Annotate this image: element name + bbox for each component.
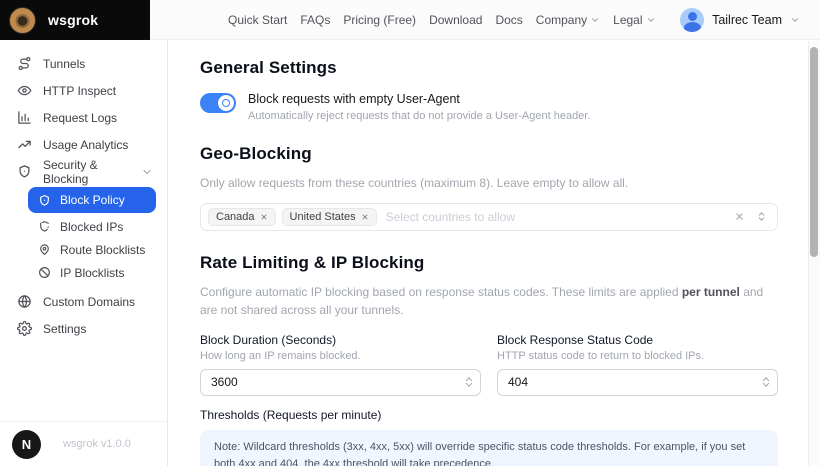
chevron-down-icon <box>141 166 153 178</box>
ban-icon <box>38 266 51 279</box>
block-duration-input[interactable] <box>200 369 481 396</box>
block-status-help: HTTP status code to return to blocked IP… <box>497 350 778 362</box>
nav-quick-start[interactable]: Quick Start <box>228 13 287 27</box>
sidebar-item-security-blocking[interactable]: Security & Blocking <box>0 158 167 185</box>
brand-name: wsgrok <box>48 12 98 28</box>
wildcard-note: Note: Wildcard thresholds (3xx, 4xx, 5xx… <box>200 430 778 466</box>
number-spinner-icon[interactable] <box>762 377 770 388</box>
block-status-label: Block Response Status Code <box>497 333 778 347</box>
route-icon <box>17 56 32 71</box>
remove-tag-icon[interactable] <box>361 213 369 221</box>
main-content: General Settings Block requests with emp… <box>169 40 808 466</box>
nav-faqs[interactable]: FAQs <box>300 13 330 27</box>
sidebar-item-custom-domains[interactable]: Custom Domains <box>0 288 167 315</box>
sidebar-item-usage-analytics[interactable]: Usage Analytics <box>0 131 167 158</box>
nav-company[interactable]: Company <box>536 13 600 27</box>
rate-limiting-description: Configure automatic IP blocking based on… <box>200 283 778 320</box>
sidebar-item-label: Request Logs <box>43 111 117 125</box>
sidebar-item-label: IP Blocklists <box>60 266 124 280</box>
sidebar-subitem-block-policy[interactable]: Block Policy <box>28 187 156 213</box>
bar-chart-icon <box>17 110 32 125</box>
sidebar-item-label: Block Policy <box>60 193 125 207</box>
sidebar-item-label: Usage Analytics <box>43 138 128 152</box>
user-menu[interactable]: Tailrec Team <box>680 8 800 32</box>
sidebar-item-http-inspect[interactable]: HTTP Inspect <box>0 77 167 104</box>
geo-description: Only allow requests from these countries… <box>200 174 778 193</box>
country-input-placeholder[interactable]: Select countries to allow <box>386 210 728 224</box>
geo-blocking-title: Geo-Blocking <box>200 144 778 164</box>
sidebar-subitem-ip-blocklists[interactable]: IP Blocklists <box>0 261 167 284</box>
shield-check-icon <box>38 194 51 207</box>
sidebar-item-label: Custom Domains <box>43 295 135 309</box>
shield-icon <box>17 164 32 179</box>
gear-icon <box>17 321 32 336</box>
chevron-down-icon <box>790 15 800 25</box>
toggle-help-text: Automatically reject requests that do no… <box>248 110 590 122</box>
eye-icon <box>17 83 32 98</box>
sidebar-item-label: Route Blocklists <box>60 243 145 257</box>
general-settings-title: General Settings <box>200 58 778 78</box>
sidebar-footer: N wsgrok v1.0.0 <box>0 421 167 466</box>
rate-limiting-title: Rate Limiting & IP Blocking <box>200 253 778 273</box>
sidebar-item-tunnels[interactable]: Tunnels <box>0 50 167 77</box>
brand-block: wsgrok <box>0 0 150 40</box>
sidebar-item-label: Settings <box>43 322 86 336</box>
nav-pricing[interactable]: Pricing (Free) <box>343 13 416 27</box>
nav-download[interactable]: Download <box>429 13 482 27</box>
footer-avatar[interactable]: N <box>12 430 41 459</box>
sidebar-item-label: Security & Blocking <box>43 158 130 186</box>
shield-off-icon <box>38 220 51 233</box>
number-spinner-icon[interactable] <box>465 377 473 388</box>
nav-legal[interactable]: Legal <box>613 13 655 27</box>
user-avatar <box>680 8 704 32</box>
toggle-knob <box>218 95 234 111</box>
sidebar: Tunnels HTTP Inspect Request Logs Usage … <box>0 40 168 466</box>
user-name: Tailrec Team <box>712 13 782 27</box>
top-nav: Quick Start FAQs Pricing (Free) Download… <box>150 0 820 40</box>
country-multiselect[interactable]: Canada United States Select countries to… <box>200 203 778 231</box>
map-pin-icon <box>38 243 51 256</box>
chevrons-up-down-icon[interactable] <box>756 211 767 222</box>
country-tag: United States <box>282 208 377 226</box>
globe-icon <box>17 294 32 309</box>
app-version: wsgrok v1.0.0 <box>63 438 131 450</box>
thresholds-label: Thresholds (Requests per minute) <box>200 408 778 422</box>
sidebar-item-settings[interactable]: Settings <box>0 315 167 342</box>
block-duration-label: Block Duration (Seconds) <box>200 333 481 347</box>
toggle-label: Block requests with empty User-Agent <box>248 92 590 106</box>
clear-all-icon[interactable] <box>734 211 745 222</box>
block-status-input[interactable] <box>497 369 778 396</box>
sidebar-item-label: Blocked IPs <box>60 220 123 234</box>
block-duration-help: How long an IP remains blocked. <box>200 350 481 362</box>
empty-user-agent-toggle[interactable] <box>200 93 236 113</box>
sidebar-subitem-route-blocklists[interactable]: Route Blocklists <box>0 238 167 261</box>
sidebar-item-request-logs[interactable]: Request Logs <box>0 104 167 131</box>
sidebar-item-label: Tunnels <box>43 57 85 71</box>
country-tag: Canada <box>208 208 276 226</box>
brand-logo-icon <box>9 7 36 34</box>
top-bar: wsgrok Quick Start FAQs Pricing (Free) D… <box>0 0 820 40</box>
nav-docs[interactable]: Docs <box>495 13 522 27</box>
sidebar-item-label: HTTP Inspect <box>43 84 116 98</box>
scrollbar-thumb[interactable] <box>810 47 818 257</box>
remove-tag-icon[interactable] <box>260 213 268 221</box>
chevron-down-icon <box>590 15 600 25</box>
trending-up-icon <box>17 137 32 152</box>
sidebar-subitem-blocked-ips[interactable]: Blocked IPs <box>0 215 167 238</box>
chevron-down-icon <box>646 15 656 25</box>
